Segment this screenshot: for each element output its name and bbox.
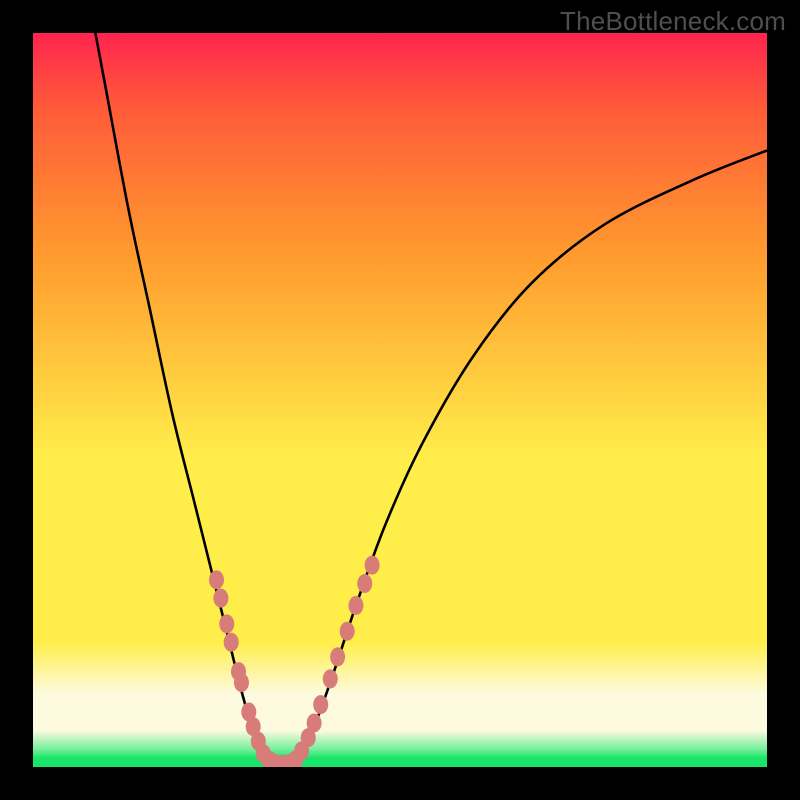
curve-marker — [313, 695, 328, 714]
curve-layer — [33, 33, 767, 767]
curve-marker — [219, 614, 234, 633]
bottleneck-curve — [95, 33, 767, 764]
curve-marker — [213, 589, 228, 608]
curve-marker — [209, 570, 224, 589]
curve-marker — [323, 669, 338, 688]
curve-marker — [357, 574, 372, 593]
plot-area — [33, 33, 767, 767]
curve-marker — [365, 556, 380, 575]
curve-marker — [224, 633, 239, 652]
curve-marker — [307, 713, 322, 732]
chart-frame: TheBottleneck.com — [0, 0, 800, 800]
curve-marker — [330, 647, 345, 666]
curve-marker — [340, 622, 355, 641]
curve-marker — [348, 596, 363, 615]
watermark-text: TheBottleneck.com — [560, 6, 786, 37]
curve-marker — [234, 673, 249, 692]
